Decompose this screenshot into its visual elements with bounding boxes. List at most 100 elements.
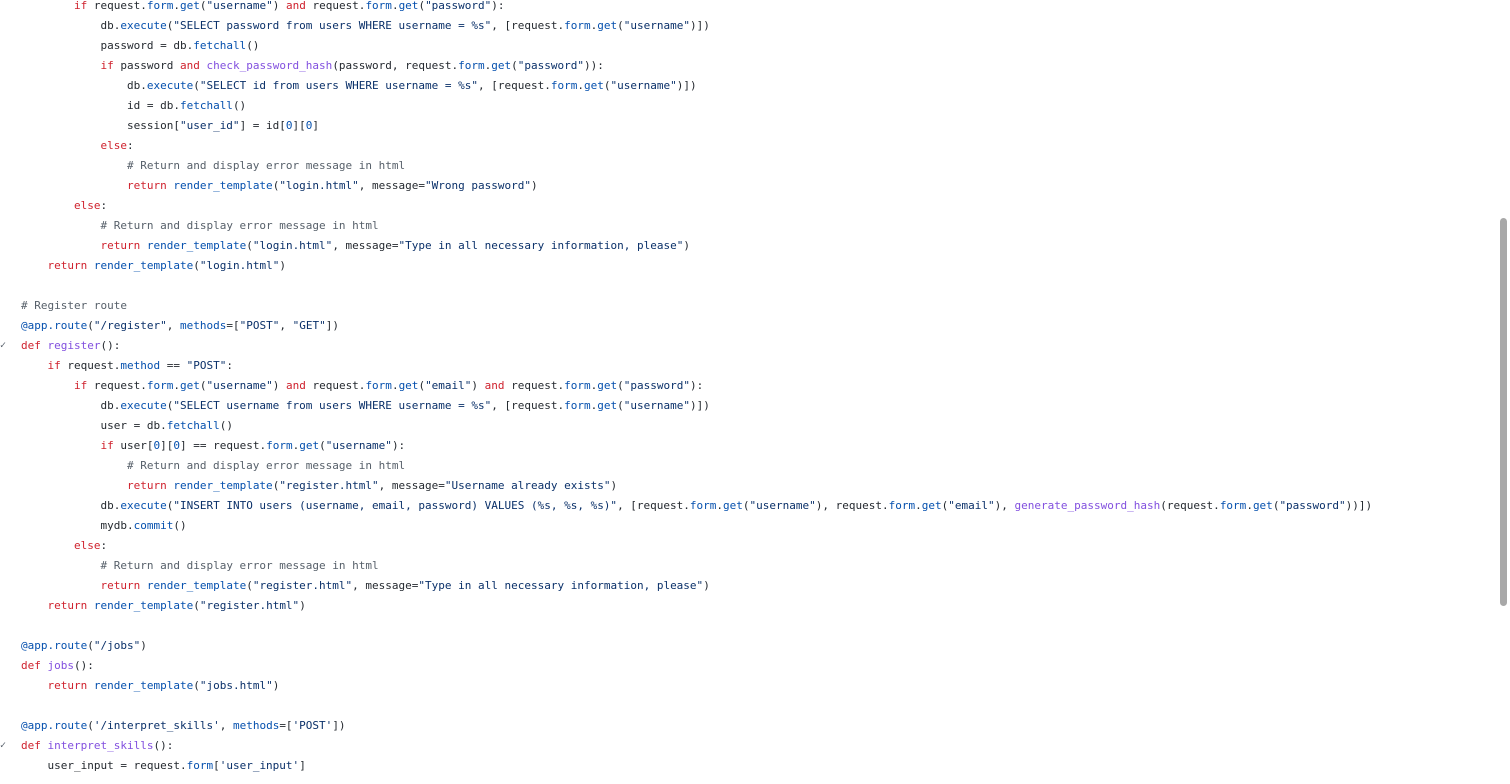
code-token: methods <box>179 319 227 332</box>
code-token: . <box>577 79 584 92</box>
code-token: get <box>398 379 419 392</box>
scrollbar-thumb[interactable] <box>1500 218 1507 606</box>
code-token: () <box>219 419 233 432</box>
code-token: and <box>179 59 200 72</box>
code-line: db.execute("SELECT id from users WHERE u… <box>0 76 1496 96</box>
vertical-scrollbar[interactable] <box>1496 0 1510 784</box>
code-token: return <box>100 579 141 592</box>
code-token: if <box>73 379 88 392</box>
code-token: get <box>583 79 604 92</box>
code-token: "password" <box>1279 499 1346 512</box>
code-token: () <box>173 519 187 532</box>
code-token: , message= <box>332 239 399 252</box>
code-token: "user_id" <box>179 119 240 132</box>
code-token: @app.route <box>21 319 88 332</box>
code-text: return render_template("login.html", mes… <box>21 176 538 196</box>
code-token: ( <box>193 259 200 272</box>
code-token: "username" <box>206 379 273 392</box>
fold-toggle-icon[interactable]: ✓ <box>0 736 10 756</box>
code-token: form <box>146 379 174 392</box>
code-line: @app.route("/register", methods=["POST",… <box>0 316 1496 336</box>
code-text: mydb.commit() <box>21 516 187 536</box>
code-token: def <box>21 739 41 752</box>
code-token: if <box>73 0 88 12</box>
code-token: if <box>100 439 114 452</box>
code-text: return render_template("register.html") <box>21 596 306 616</box>
code-line: else: <box>0 536 1496 556</box>
code-token: . <box>173 0 180 12</box>
code-line: ✓ def interpret_skills(): <box>0 736 1496 756</box>
code-text: # Return and display error message in ht… <box>21 556 378 576</box>
code-line: return render_template("register.html") <box>0 596 1496 616</box>
code-token: , <box>279 319 293 332</box>
code-token: # Register route <box>21 299 127 312</box>
code-token: session[ <box>126 119 180 132</box>
code-token: and <box>285 0 306 12</box>
code-token: '/interpret_skills' <box>93 719 220 732</box>
code-token: user = db. <box>100 419 167 432</box>
code-token: ) <box>140 639 147 652</box>
code-token: get <box>491 59 512 72</box>
code-token: ( <box>193 79 200 92</box>
code-token: ), request. <box>815 499 889 512</box>
code-token: "POST" <box>239 319 280 332</box>
code-token: @app.route <box>21 639 88 652</box>
code-token: )]) <box>676 79 697 92</box>
code-token: 'POST' <box>292 719 333 732</box>
code-line: # Register route <box>0 296 1496 316</box>
code-token: request. <box>305 379 366 392</box>
code-token: , message= <box>358 179 426 192</box>
code-token: , message= <box>352 579 419 592</box>
code-token: generate_password_hash <box>1014 499 1161 512</box>
code-token: ( <box>511 59 518 72</box>
code-text: db.execute ("INSERT INTO users (username,… <box>21 496 1372 516</box>
code-token: ): <box>391 439 406 452</box>
code-token: fetchall <box>193 39 247 52</box>
code-line: if request.form.get("username") and requ… <box>0 0 1496 16</box>
code-token: get <box>1252 499 1273 512</box>
code-token: request. <box>87 0 147 12</box>
code-token: else <box>73 199 101 212</box>
code-token: "username" <box>206 0 273 12</box>
code-line: # Return and display error message in ht… <box>0 156 1496 176</box>
code-token: ) <box>299 599 306 612</box>
code-text: return render_template("jobs.html") <box>21 676 280 696</box>
code-token: if <box>47 359 61 372</box>
code-token: execute <box>120 499 167 512</box>
code-text: return render_template("register.html", … <box>21 476 617 496</box>
code-line: return render_template("jobs.html") <box>0 676 1496 696</box>
fold-toggle-icon[interactable]: ✓ <box>0 336 10 356</box>
code-token: )]) <box>689 19 710 32</box>
code-token: ) <box>279 259 286 272</box>
code-token: ) <box>471 379 485 392</box>
code-token: "Type in all necessary information, plea… <box>398 239 684 252</box>
code-token: : <box>100 539 108 552</box>
code-line: # Return and display error message in ht… <box>0 456 1496 476</box>
code-token: ] = id[ <box>239 119 286 132</box>
code-token: (password, request. <box>332 59 459 72</box>
code-token: ), <box>994 499 1015 512</box>
code-token: # Return and display error message in ht… <box>126 159 406 172</box>
code-token: , <box>166 319 180 332</box>
code-line: ✓ def register(): <box>0 336 1496 356</box>
code-token: (request. <box>1160 499 1220 512</box>
code-line: return render_template("register.html", … <box>0 476 1496 496</box>
code-token: ( <box>617 379 624 392</box>
code-token: )): <box>584 59 604 72</box>
code-token: check_password_hash <box>206 59 333 72</box>
code-token: ( <box>87 639 94 652</box>
